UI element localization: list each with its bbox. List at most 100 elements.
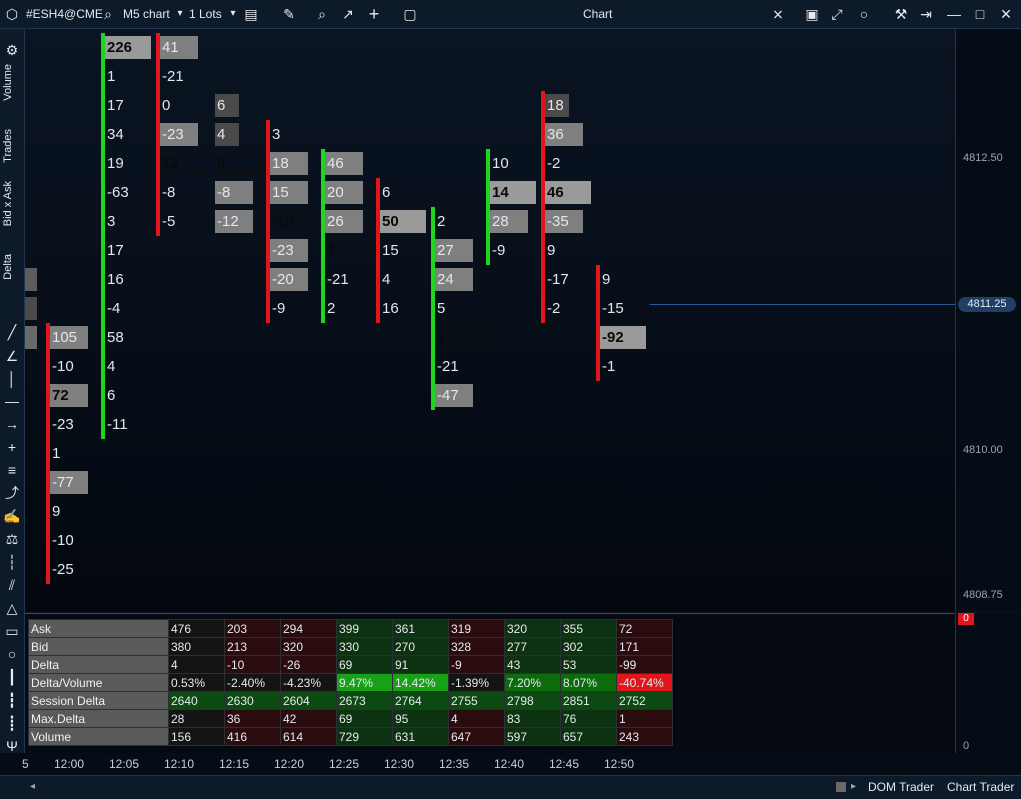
scroll-left-icon[interactable]: ◂ — [30, 781, 35, 792]
footprint-cell[interactable]: -2 — [545, 299, 560, 319]
footprint-cell[interactable]: 6 — [215, 96, 225, 116]
footprint-cell[interactable]: 36 — [545, 125, 564, 145]
footprint-cell[interactable]: 5 — [435, 299, 445, 319]
angle-icon[interactable]: ∠ — [0, 347, 24, 365]
chart-type-selector[interactable]: M5 chart — [123, 0, 170, 28]
footprint-cell[interactable]: 19 — [105, 154, 124, 174]
close-icon[interactable]: ✕ — [998, 0, 1014, 28]
ellipse-icon[interactable]: ○ — [0, 645, 24, 663]
scrollbar-thumb[interactable] — [836, 782, 846, 792]
footprint-cell[interactable]: 4 — [215, 125, 225, 145]
scroll-right-icon[interactable]: ▸ — [851, 781, 856, 792]
footprint-cell[interactable]: 18 — [270, 154, 289, 174]
footprint-cell[interactable]: -21 — [325, 270, 349, 290]
footprint-cell[interactable]: -8 — [160, 183, 175, 203]
window-icon[interactable]: ▢ — [402, 0, 418, 28]
footprint-cell[interactable]: -25 — [50, 560, 74, 580]
footprint-cell[interactable]: -17 — [545, 270, 569, 290]
footprint-cell[interactable]: 16 — [380, 299, 399, 319]
footprint-cell[interactable]: -20 — [270, 270, 294, 290]
footprint-cell[interactable]: 4 — [325, 241, 335, 261]
footprint-cell[interactable]: 1 — [50, 444, 60, 464]
crosshair-icon[interactable]: + — [366, 0, 382, 28]
footprint-cell[interactable]: -15 — [600, 299, 624, 319]
horizontal-line-icon[interactable]: — — [0, 392, 24, 410]
footprint-chart[interactable]: 105 -10 72 -23 1 -77 9 -10 -25 226 1 17 34 19 -63 3 17 16… — [25, 29, 955, 612]
footprint-cell[interactable]: 20 — [325, 183, 344, 203]
footprint-cell[interactable]: -23 — [270, 241, 294, 261]
footprint-cell[interactable]: -2 — [545, 154, 560, 174]
crosshair-icon[interactable]: + — [0, 438, 24, 456]
footprint-cell[interactable]: -11 — [105, 415, 128, 435]
footprint-cell[interactable]: 2 — [435, 212, 445, 232]
expand-icon[interactable]: ⤢ — [829, 0, 845, 28]
footprint-cell[interactable]: 18 — [545, 96, 564, 116]
footprint-cell[interactable]: 17 — [105, 241, 124, 261]
footprint-cell[interactable]: 58 — [105, 328, 124, 348]
bars3-icon[interactable]: ┋ — [0, 714, 24, 732]
path-icon[interactable]: ⤴ — [0, 484, 24, 502]
footprint-cell[interactable]: -9 — [490, 241, 505, 261]
footprint-cell[interactable]: 9 — [600, 270, 610, 290]
camera-icon[interactable]: ▣ — [804, 0, 820, 28]
footprint-cell[interactable]: 9 — [545, 241, 555, 261]
maximize-icon[interactable]: □ — [972, 0, 988, 28]
tools-icon[interactable]: ⚒ — [893, 0, 909, 28]
bars-icon[interactable]: ┃ — [0, 668, 24, 686]
tab-chart-trader[interactable]: Chart Trader — [947, 780, 1014, 794]
footprint-cell[interactable]: 3 — [270, 125, 280, 145]
footprint-cell[interactable]: 0 — [215, 154, 225, 174]
footprint-cell[interactable]: 14 — [490, 183, 509, 203]
monitor-icon[interactable]: ▤ — [243, 0, 259, 28]
pin-icon[interactable]: ⇥ — [918, 0, 934, 28]
footprint-cell[interactable]: -4 — [105, 299, 120, 319]
footprint-cell[interactable]: -12 — [215, 212, 239, 232]
footprint-cell[interactable]: 4 — [380, 270, 390, 290]
footprint-cell[interactable]: 10 — [490, 154, 509, 174]
footprint-cell[interactable]: -21 — [435, 357, 459, 377]
footprint-cell[interactable]: 2 — [325, 299, 335, 319]
footprint-cell[interactable]: 41 — [160, 38, 179, 58]
rectangle-icon[interactable]: ▭ — [0, 622, 24, 640]
footprint-cell[interactable]: -35 — [545, 212, 569, 232]
footprint-cell[interactable]: 4 — [105, 357, 115, 377]
footprint-cell[interactable]: 27 — [435, 241, 454, 261]
footprint-cell[interactable]: 34 — [105, 125, 124, 145]
footprint-cell[interactable]: 72 — [50, 386, 69, 406]
footprint-cell[interactable]: -92 — [600, 328, 624, 348]
search-icon[interactable]: ⌕ — [100, 0, 116, 28]
sidebar-section-trades[interactable]: Trades — [2, 129, 14, 163]
footprint-cell[interactable]: 24 — [435, 270, 454, 290]
chevron-down-icon[interactable]: ▾ — [174, 0, 186, 28]
footprint-cell[interactable]: 105 — [50, 328, 77, 348]
cross-cursor-icon[interactable]: ⨯ — [770, 0, 786, 28]
bars2-icon[interactable]: ┇ — [0, 691, 24, 709]
footprint-cell[interactable]: 226 — [105, 38, 132, 58]
footprint-cell[interactable]: -23 — [50, 415, 74, 435]
footprint-cell[interactable]: -5 — [160, 212, 175, 232]
sidebar-section-delta[interactable]: Delta — [2, 254, 14, 280]
footprint-cell[interactable]: -77 — [50, 473, 74, 493]
footprint-cell[interactable]: 50 — [380, 212, 399, 232]
logo-icon[interactable]: ⬡ — [4, 0, 20, 28]
footprint-cell[interactable]: 3 — [105, 212, 115, 232]
footprint-cell[interactable]: -63 — [105, 183, 129, 203]
line-icon[interactable]: ╱ — [0, 323, 24, 341]
footprint-cell[interactable]: 16 — [105, 270, 124, 290]
footprint-cell[interactable]: 6 — [380, 183, 390, 203]
symbol-label[interactable]: #ESH4@CME — [26, 0, 103, 28]
footprint-cell[interactable]: -10 — [270, 212, 294, 232]
vertical-line-icon[interactable]: │ — [0, 370, 24, 388]
footprint-cell[interactable]: 1 — [435, 328, 445, 348]
footprint-cell[interactable]: 6 — [105, 386, 115, 406]
footprint-cell[interactable]: -21 — [160, 67, 184, 87]
footprint-cell[interactable]: 1 — [105, 67, 115, 87]
footprint-cell[interactable]: 9 — [50, 502, 60, 522]
chevron-down-icon[interactable]: ▾ — [227, 0, 239, 28]
sidebar-section-volume[interactable]: Volume — [2, 64, 14, 101]
footprint-cell[interactable]: -10 — [50, 357, 74, 377]
stamp-icon[interactable]: ⚖ — [0, 530, 24, 548]
footprint-cell[interactable]: -10 — [50, 531, 74, 551]
footprint-cell[interactable]: 46 — [325, 154, 344, 174]
footprint-cell[interactable]: 28 — [490, 212, 509, 232]
